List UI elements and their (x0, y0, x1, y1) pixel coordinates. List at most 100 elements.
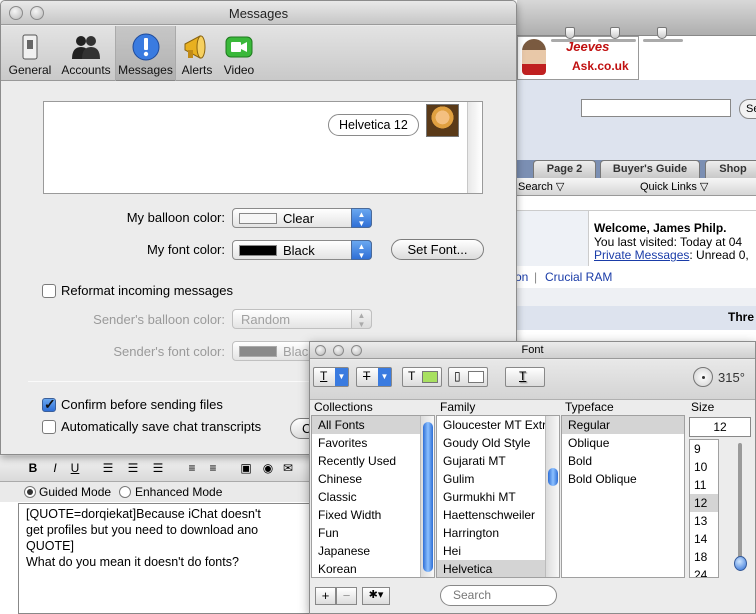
insert-email-icon[interactable]: ✉ (280, 460, 296, 476)
enhanced-mode-label: Enhanced Mode (135, 485, 223, 499)
list-item[interactable]: 12 (690, 494, 718, 512)
bold-button[interactable]: B (25, 460, 41, 476)
forum-search-button[interactable]: Se (739, 99, 756, 119)
list-item[interactable]: Gulim (437, 470, 559, 488)
list-item[interactable]: All Fonts (312, 416, 434, 434)
confirm-files-checkbox[interactable] (42, 396, 56, 413)
breadcrumb-prev-link[interactable]: on (515, 270, 528, 284)
list-item[interactable]: Gloucester MT Extr (437, 416, 559, 434)
list-item[interactable]: Recently Used (312, 452, 434, 470)
font-search-input[interactable]: Search (440, 585, 557, 606)
balloon-color-popup[interactable]: Clear ▲ ▼ (232, 208, 372, 228)
toolbar-general[interactable]: General (3, 26, 57, 81)
size-slider-knob[interactable] (734, 556, 747, 571)
list-item[interactable]: Classic (312, 488, 434, 506)
tab-buyers-guide[interactable]: Buyer's Guide (600, 160, 700, 178)
italic-button[interactable]: I (47, 460, 63, 476)
family-header: Family (440, 400, 476, 414)
breadcrumb-crucial-ram-link[interactable]: Crucial RAM (545, 270, 612, 284)
text-color-button[interactable]: T (402, 367, 442, 387)
add-collection-button[interactable]: + (315, 587, 336, 605)
collections-scroll-thumb[interactable] (423, 422, 433, 572)
forum-search-input[interactable] (581, 99, 731, 117)
list-item[interactable]: Hei (437, 542, 559, 560)
prefs-titlebar[interactable]: Messages (1, 1, 516, 25)
list-item[interactable]: Korean (312, 560, 434, 577)
toolbar-messages[interactable]: Messages (115, 26, 176, 81)
private-messages-link[interactable]: Private Messages (594, 248, 689, 262)
shadow-offset-slider[interactable] (643, 39, 683, 42)
document-color-button[interactable]: ▯ (448, 367, 488, 387)
shadow-blur-knob[interactable] (610, 27, 620, 39)
avatar[interactable] (426, 104, 459, 137)
shadow-angle-dial[interactable] (693, 367, 713, 387)
align-center-icon[interactable]: ☰ (125, 460, 141, 476)
list-item[interactable]: Japanese (312, 542, 434, 560)
text-shadow-button[interactable]: T (505, 367, 545, 387)
toolbar-alerts[interactable]: Alerts (176, 26, 218, 81)
underline-button[interactable]: U (67, 460, 83, 476)
list-item[interactable]: Bold Oblique (562, 470, 684, 488)
collections-list[interactable]: All Fonts Favorites Recently Used Chines… (311, 415, 435, 578)
preview-scrollbar[interactable] (467, 102, 482, 193)
align-left-icon[interactable]: ☰ (100, 460, 116, 476)
guided-mode-radio[interactable] (24, 486, 36, 498)
shadow-opacity-knob[interactable] (565, 27, 575, 39)
list-item[interactable]: 11 (690, 476, 718, 494)
enhanced-mode-radio[interactable] (119, 486, 131, 498)
list-item[interactable]: Oblique (562, 434, 684, 452)
family-scroll-thumb[interactable] (548, 468, 558, 486)
ordered-list-icon[interactable]: ≡ (184, 460, 200, 476)
size-slider[interactable] (738, 443, 742, 571)
list-item[interactable]: 9 (690, 440, 718, 458)
toolbar-video[interactable]: Video (218, 26, 260, 81)
size-input[interactable]: 12 (689, 417, 751, 437)
size-list[interactable]: 9 10 11 12 13 14 18 24 (689, 439, 719, 578)
list-item[interactable]: Regular (562, 416, 684, 434)
autosave-checkbox[interactable] (42, 420, 56, 434)
list-item[interactable]: Fun (312, 524, 434, 542)
list-item[interactable]: Haettenschweiler (437, 506, 559, 524)
align-right-icon[interactable]: ☰ (150, 460, 166, 476)
insert-link-icon[interactable]: ◉ (260, 460, 276, 476)
tab-shop[interactable]: Shop (705, 160, 756, 178)
strikethrough-style-button[interactable]: T ▼ (356, 367, 392, 387)
tab-page-2[interactable]: Page 2 (533, 160, 596, 178)
list-item[interactable]: 24 (690, 566, 718, 577)
typeface-list[interactable]: Regular Oblique Bold Bold Oblique (561, 415, 685, 578)
list-item[interactable]: Goudy Old Style (437, 434, 559, 452)
ad-banner[interactable]: Jeeves Ask.co.uk (517, 36, 639, 80)
sender-balloon-popup[interactable]: Random ▲ ▼ (232, 309, 372, 329)
list-item[interactable]: Fixed Width (312, 506, 434, 524)
reformat-checkbox[interactable] (42, 284, 56, 298)
nav-search-menu[interactable]: Search ▽ (518, 180, 564, 193)
underline-style-button[interactable]: T ▼ (313, 367, 349, 387)
shadow-offset-knob[interactable] (657, 27, 667, 39)
bullet-list-icon[interactable]: ≡ (205, 460, 221, 476)
list-item[interactable]: Chinese (312, 470, 434, 488)
list-item[interactable]: 14 (690, 530, 718, 548)
family-list[interactable]: Gloucester MT Extr Goudy Old Style Gujar… (436, 415, 560, 578)
list-item[interactable]: Bold (562, 452, 684, 470)
list-item[interactable]: Favorites (312, 434, 434, 452)
nav-quick-links-menu[interactable]: Quick Links ▽ (640, 180, 708, 193)
remove-collection-button[interactable]: − (336, 587, 357, 605)
collections-scrollbar[interactable] (420, 416, 434, 577)
shadow-blur-slider[interactable] (598, 39, 636, 42)
list-item[interactable]: 18 (690, 548, 718, 566)
list-item[interactable]: Helvetica (437, 560, 559, 577)
list-item[interactable]: Gujarati MT (437, 452, 559, 470)
list-item[interactable]: Harrington (437, 524, 559, 542)
set-font-button[interactable]: Set Font... (391, 239, 484, 260)
toolbar-accounts[interactable]: Accounts (57, 26, 115, 81)
font-panel-titlebar[interactable]: Font (310, 342, 755, 359)
toolbar-video-label: Video (223, 63, 255, 77)
action-menu-button[interactable]: ✱▾ (362, 587, 390, 605)
insert-image-icon[interactable]: ▣ (238, 460, 254, 476)
list-item[interactable]: 13 (690, 512, 718, 530)
list-item[interactable]: 10 (690, 458, 718, 476)
family-scrollbar[interactable] (545, 416, 559, 577)
font-color-popup[interactable]: Black ▲ ▼ (232, 240, 372, 260)
shadow-opacity-slider[interactable] (551, 39, 591, 42)
list-item[interactable]: Gurmukhi MT (437, 488, 559, 506)
